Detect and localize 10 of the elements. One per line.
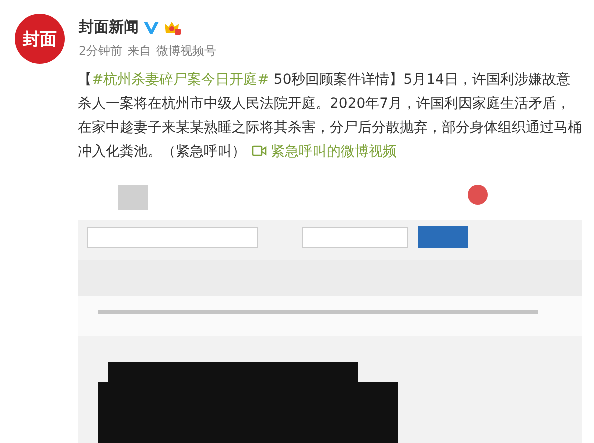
- video-link[interactable]: 紧急呼叫的微博视频: [246, 144, 397, 160]
- avatar-logo[interactable]: 封面: [15, 14, 65, 64]
- video-icon: [252, 145, 267, 157]
- author-name[interactable]: 封面新闻: [79, 18, 139, 37]
- hashtag-link[interactable]: #杭州杀妻碎尸案今日开庭#: [92, 72, 270, 88]
- crown-icon: [164, 20, 181, 35]
- post-text: 【#杭州杀妻碎尸案今日开庭# 50秒回顾案件详情】5月14日，许国利涉嫌故意杀人一案将在杭州市中级人民法院开庭。2020年7月，许国利因家庭生活矛盾，在家中趁妻子来某某熟睡之际将其杀害，分尸后分散抛弃，部分身体组织通过马桶冲入化粪池。（紧急呼叫） 紧急呼叫的微博视频: [78, 71, 582, 162]
- post-time: 2分钟前: [79, 43, 123, 60]
- source-label: 来自: [128, 43, 152, 60]
- source-link[interactable]: 微博视频号: [156, 43, 217, 60]
